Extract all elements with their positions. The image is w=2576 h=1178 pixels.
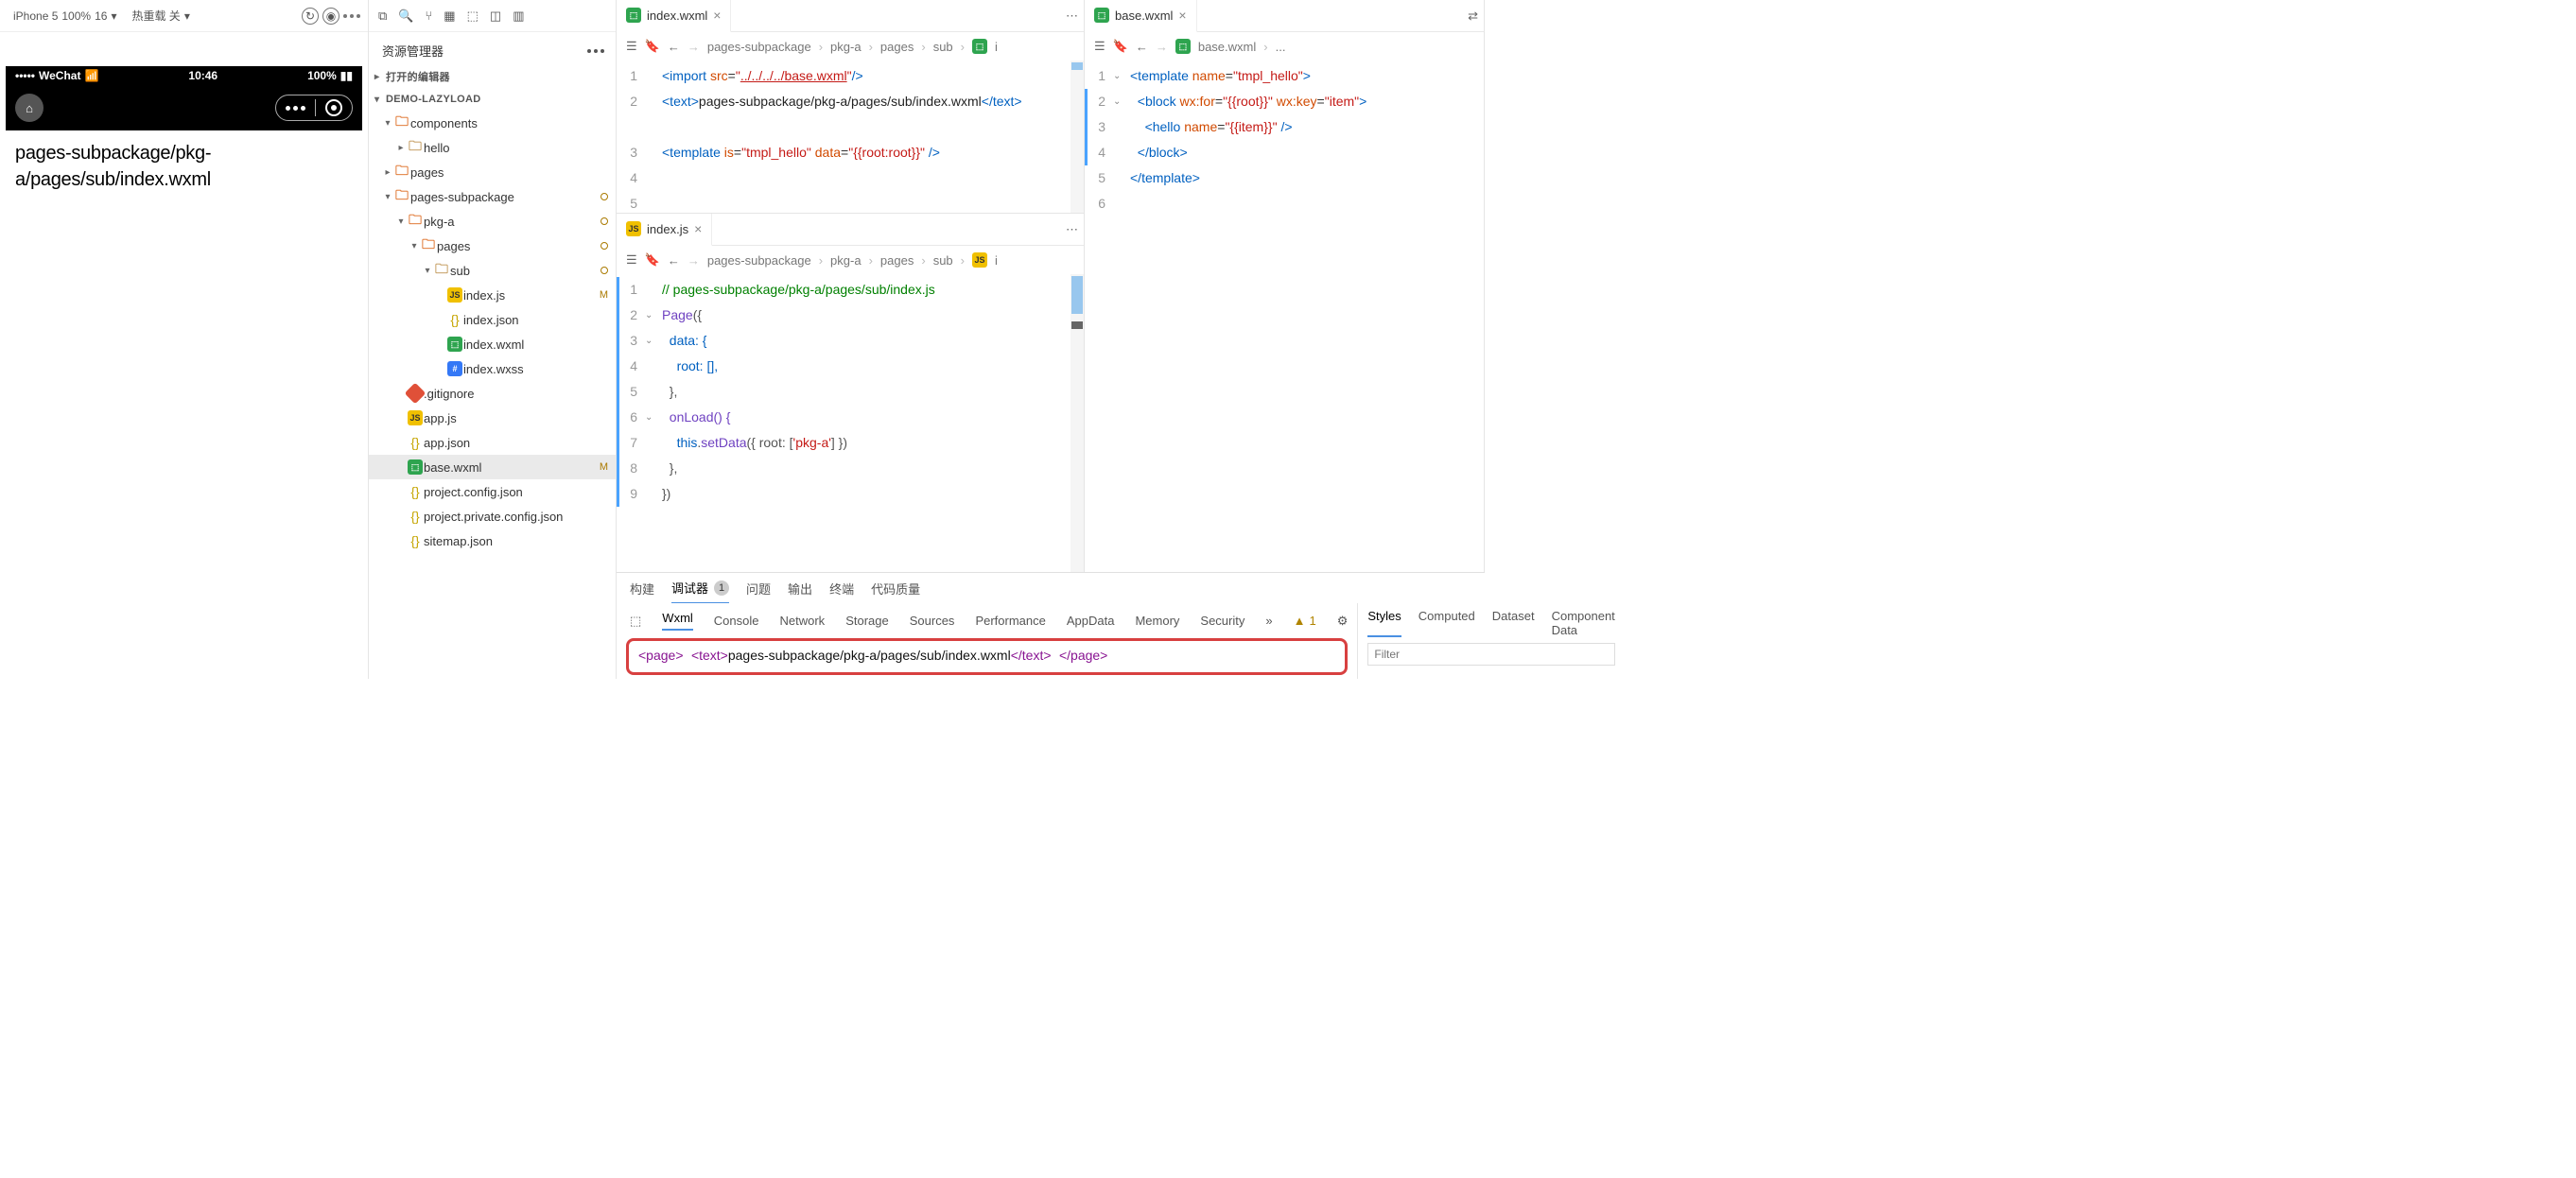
side-tab-computed[interactable]: Computed [1419, 609, 1475, 637]
explorer-panel: ⧉ 🔍 ⑂ ▦ ⬚ ◫ ▥ 资源管理器 ▸打开的编辑器 ▾DEMO-LAZYLO… [369, 0, 617, 679]
gear-icon[interactable]: ⚙ [1337, 614, 1349, 629]
side-tab-component-data[interactable]: Component Data [1552, 609, 1615, 637]
tree-file-app-js[interactable]: JSapp.js [369, 406, 616, 430]
bookmark-icon[interactable]: 🔖 [645, 39, 660, 54]
home-icon[interactable]: ⌂ [15, 94, 44, 122]
tree-file-index-wxss[interactable]: #index.wxss [369, 356, 616, 381]
tree-file-gitignore[interactable]: .gitignore [369, 381, 616, 406]
devtool-tab-sources[interactable]: Sources [910, 614, 955, 628]
code-editor-index-wxml[interactable]: 12345 <import src="../../../../base.wxml… [617, 61, 1084, 213]
dom-tree[interactable]: <page> <text>pages-subpackage/pkg-a/page… [626, 638, 1348, 675]
breadcrumb[interactable]: ☰ 🔖 ← → ⬚ base.wxml›... [1085, 32, 1484, 61]
back-icon[interactable]: ← [668, 253, 680, 268]
tree-file-index-js[interactable]: JSindex.jsM [369, 283, 616, 307]
simulator-panel: iPhone 5100%16 ▾ 热重载 关 ▾ ↻ ◉ •••••WeChat… [0, 0, 369, 679]
back-icon[interactable]: ← [668, 40, 680, 54]
simulator-toolbar: iPhone 5100%16 ▾ 热重载 关 ▾ ↻ ◉ [0, 0, 368, 32]
docker-icon[interactable]: ◫ [490, 9, 501, 24]
code-editor-index-js[interactable]: 123456789 ⌄⌄⌄ // pages-subpackage/pkg-a/… [617, 274, 1084, 572]
side-tab-dataset[interactable]: Dataset [1492, 609, 1535, 637]
devtool-tab-wxml[interactable]: Wxml [662, 611, 693, 631]
devtool-more-icon[interactable]: » [1265, 614, 1272, 628]
close-icon[interactable]: × [713, 8, 721, 23]
branch-icon[interactable]: ⑂ [425, 9, 432, 23]
explorer-more-icon[interactable] [587, 49, 604, 53]
tab-base-wxml[interactable]: ⬚base.wxml× [1085, 0, 1197, 32]
devtool-tab-security[interactable]: Security [1200, 614, 1244, 628]
devtool-tab-network[interactable]: Network [780, 614, 826, 628]
list-icon[interactable]: ☰ [626, 39, 637, 54]
tree-file-project-private[interactable]: {}project.private.config.json [369, 504, 616, 528]
tree-folder-hello[interactable]: ▸🗀hello [369, 135, 616, 160]
capsule-button[interactable] [275, 95, 353, 121]
tree-folder-components[interactable]: ▾🗀components [369, 111, 616, 135]
opened-editors-section[interactable]: ▸打开的编辑器 [369, 65, 616, 88]
back-icon[interactable]: ← [1136, 40, 1148, 54]
bottom-panel: 构建 调试器1 问题 输出 终端 代码质量 ⬚ Wxml Console Net… [617, 572, 1485, 679]
editors-area: ⬚index.wxml× ⋯ ☰ 🔖 ← → pages-subpackage›… [617, 0, 1485, 679]
tree-file-base-wxml[interactable]: ⬚base.wxmlM [369, 455, 616, 479]
close-icon[interactable]: × [694, 221, 702, 236]
extensions-icon[interactable]: ▦ [444, 9, 455, 24]
inspect-icon[interactable]: ⬚ [630, 614, 641, 629]
code-editor-base-wxml[interactable]: 123456 ⌄⌄ <template name="tmpl_hello"> <… [1085, 61, 1484, 572]
tree-folder-pages-inner[interactable]: ▾🗀pages [369, 234, 616, 258]
compare-icon[interactable]: ⇄ [1468, 9, 1478, 24]
refresh-icon[interactable]: ↻ [302, 8, 319, 25]
forward-icon[interactable]: → [688, 40, 700, 54]
panel-tab-problems[interactable]: 问题 [746, 580, 771, 598]
devtool-tab-memory[interactable]: Memory [1135, 614, 1179, 628]
tree-folder-pkg-a[interactable]: ▾🗀pkg-a [369, 209, 616, 234]
device-screen: •••••WeChat📶 10:46 100%▮▮ ⌂ pages-subpac… [6, 66, 362, 202]
page-content: pages-subpackage/pkg-a/pages/sub/index.w… [6, 130, 362, 202]
tree-file-index-wxml[interactable]: ⬚index.wxml [369, 332, 616, 356]
status-bar: •••••WeChat📶 10:46 100%▮▮ [6, 66, 362, 85]
warning-badge[interactable]: ▲ 1 [1294, 614, 1316, 628]
tree-file-sitemap[interactable]: {}sitemap.json [369, 528, 616, 553]
device-select[interactable]: iPhone 5100%16 ▾ [8, 8, 122, 25]
list-icon[interactable]: ☰ [626, 252, 637, 268]
hot-reload-select[interactable]: 热重载 关 ▾ [126, 6, 195, 26]
tree-file-index-json[interactable]: {}index.json [369, 307, 616, 332]
forward-icon[interactable]: → [1156, 40, 1168, 54]
devtool-tab-appdata[interactable]: AppData [1067, 614, 1115, 628]
more-icon[interactable]: ⋯ [1066, 9, 1078, 24]
bookmark-icon[interactable]: 🔖 [1113, 39, 1128, 54]
project-section[interactable]: ▾DEMO-LAZYLOAD [369, 88, 616, 111]
search-icon[interactable]: 🔍 [398, 9, 413, 24]
explorer-header: 资源管理器 [369, 32, 616, 65]
tree-folder-sub[interactable]: ▾🗀sub [369, 258, 616, 283]
devtool-tab-storage[interactable]: Storage [845, 614, 889, 628]
filter-input[interactable] [1367, 643, 1614, 666]
tab-index-wxml[interactable]: ⬚index.wxml× [617, 0, 731, 32]
tree-folder-pages-subpackage[interactable]: ▾🗀pages-subpackage [369, 184, 616, 209]
close-icon[interactable]: × [1178, 8, 1186, 23]
more-icon[interactable] [343, 14, 360, 18]
side-tab-styles[interactable]: Styles [1367, 609, 1401, 637]
bookmark-icon[interactable]: 🔖 [645, 252, 660, 268]
panel-tab-debug[interactable]: 调试器1 [671, 579, 729, 603]
more-icon[interactable]: ⋯ [1066, 222, 1078, 237]
breadcrumb[interactable]: ☰ 🔖 ← → pages-subpackage› pkg-a› pages› … [617, 246, 1084, 274]
files-icon[interactable]: ⧉ [378, 9, 387, 24]
panel-tab-build[interactable]: 构建 [630, 580, 654, 598]
panel-tab-terminal[interactable]: 终端 [829, 580, 854, 598]
breadcrumb[interactable]: ☰ 🔖 ← → pages-subpackage› pkg-a› pages› … [617, 32, 1084, 61]
forward-icon[interactable]: → [688, 253, 700, 268]
panel-tab-quality[interactable]: 代码质量 [871, 580, 920, 598]
tree-file-project-config[interactable]: {}project.config.json [369, 479, 616, 504]
box-icon[interactable]: ⬚ [467, 9, 479, 24]
nav-bar: ⌂ [6, 85, 362, 130]
panel-tab-output[interactable]: 输出 [788, 580, 812, 598]
devtool-tab-performance[interactable]: Performance [975, 614, 1045, 628]
tab-index-js[interactable]: JSindex.js× [617, 214, 712, 246]
devtool-tab-console[interactable]: Console [714, 614, 759, 628]
explorer-toolbar: ⧉ 🔍 ⑂ ▦ ⬚ ◫ ▥ [369, 0, 616, 32]
stop-icon[interactable]: ◉ [322, 8, 339, 25]
list-icon[interactable]: ☰ [1094, 39, 1105, 54]
tree-file-app-json[interactable]: {}app.json [369, 430, 616, 455]
layout-icon[interactable]: ▥ [513, 9, 524, 24]
tree-folder-pages[interactable]: ▸🗀pages [369, 160, 616, 184]
